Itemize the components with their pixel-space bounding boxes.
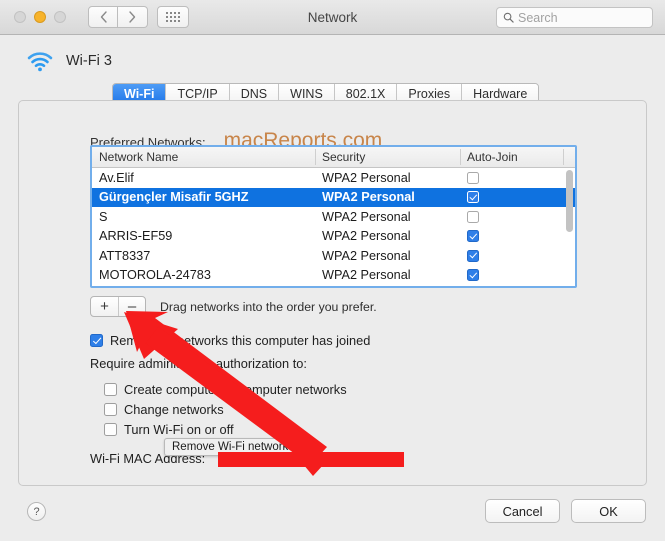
- column-header-security[interactable]: Security: [315, 147, 460, 167]
- require-admin-label: Require administrator authorization to:: [90, 356, 307, 371]
- change-networks-label: Change networks: [124, 402, 224, 417]
- cell-network-name: ATT8337: [99, 248, 151, 263]
- traffic-lights: [14, 11, 66, 23]
- table-header-row: Network Name Security Auto-Join: [92, 147, 575, 168]
- turn-wifi-on-off-option[interactable]: Turn Wi-Fi on or off: [104, 422, 234, 437]
- forward-button[interactable]: [118, 6, 148, 28]
- auto-join-checkbox[interactable]: [467, 269, 479, 282]
- window-titlebar: Network: [0, 0, 665, 35]
- cell-auto-join: [460, 269, 563, 282]
- footer-buttons: Cancel OK: [485, 499, 646, 523]
- minimize-button[interactable]: [34, 11, 46, 23]
- cell-security: WPA2 Personal: [322, 248, 411, 263]
- close-button[interactable]: [14, 11, 26, 23]
- auto-join-checkbox[interactable]: [467, 249, 479, 262]
- help-button[interactable]: ?: [27, 502, 46, 521]
- cell-security: WPA2 Personal: [322, 170, 411, 185]
- cancel-button[interactable]: Cancel: [485, 499, 560, 523]
- table-scrollbar[interactable]: [566, 170, 573, 286]
- device-name: Wi-Fi 3: [66, 53, 112, 69]
- search-input[interactable]: [518, 10, 646, 25]
- chevron-right-icon: [129, 11, 136, 23]
- search-field[interactable]: [496, 7, 653, 28]
- column-header-network-name[interactable]: Network Name: [92, 147, 315, 167]
- list-controls: + – Drag networks into the order you pre…: [90, 296, 377, 317]
- remember-networks-label: Remember networks this computer has join…: [110, 333, 371, 348]
- ok-button[interactable]: OK: [571, 499, 646, 523]
- table-row[interactable]: ARRIS-EF59 WPA2 Personal: [92, 227, 575, 247]
- remember-networks-checkbox[interactable]: [90, 334, 103, 347]
- add-network-button[interactable]: +: [91, 297, 118, 316]
- navigation-buttons: [88, 6, 148, 28]
- table-row[interactable]: Gürgençler Misafir 5GHZ WPA2 Personal: [92, 187, 575, 207]
- remember-networks-option[interactable]: Remember networks this computer has join…: [90, 333, 370, 348]
- auto-join-checkbox[interactable]: [467, 230, 479, 243]
- auto-join-checkbox[interactable]: [467, 210, 479, 223]
- search-icon: [503, 12, 514, 23]
- cell-network-name: ARRIS-EF59: [99, 229, 173, 244]
- network-preferences-window: Network Wi-Fi 3 Wi-Fi TCP/IP DNS WINS 80…: [0, 0, 665, 541]
- change-networks-option[interactable]: Change networks: [104, 402, 224, 417]
- create-networks-label: Create computer-to-computer networks: [124, 382, 347, 397]
- create-networks-option[interactable]: Create computer-to-computer networks: [104, 382, 347, 397]
- cell-security: WPA2 Personal: [322, 229, 411, 244]
- show-all-button[interactable]: [157, 6, 189, 28]
- auto-join-checkbox[interactable]: [467, 191, 479, 204]
- table-row[interactable]: Av.Elif WPA2 Personal: [92, 168, 575, 188]
- table-row[interactable]: S WPA2 Personal: [92, 207, 575, 227]
- column-header-auto-join[interactable]: Auto-Join: [460, 147, 563, 167]
- cell-network-name: Gürgençler Misafir 5GHZ: [99, 190, 249, 205]
- create-networks-checkbox[interactable]: [104, 383, 117, 396]
- add-remove-segmented-control: + –: [90, 296, 146, 317]
- change-networks-checkbox[interactable]: [104, 403, 117, 416]
- cell-auto-join: [460, 210, 563, 223]
- auto-join-checkbox[interactable]: [467, 171, 479, 184]
- sheet-footer: ? Cancel OK: [0, 489, 665, 541]
- cell-network-name: Av.Elif: [99, 170, 134, 185]
- turn-wifi-on-off-checkbox[interactable]: [104, 423, 117, 436]
- cell-auto-join: [460, 191, 563, 204]
- column-header-spacer: [563, 147, 575, 167]
- cell-auto-join: [460, 230, 563, 243]
- chevron-left-icon: [100, 11, 107, 23]
- wifi-icon: [27, 52, 53, 72]
- cell-auto-join: [460, 249, 563, 262]
- remove-network-button[interactable]: –: [118, 297, 145, 316]
- zoom-button[interactable]: [54, 11, 66, 23]
- drag-order-hint: Drag networks into the order you prefer.: [160, 299, 377, 314]
- back-button[interactable]: [88, 6, 118, 28]
- cell-security: WPA2 Personal: [322, 190, 415, 205]
- table-body: Av.Elif WPA2 Personal Gürgençler Misafir…: [92, 168, 575, 285]
- preferred-networks-table[interactable]: Network Name Security Auto-Join Av.Elif …: [90, 145, 577, 288]
- cell-security: WPA2 Personal: [322, 209, 411, 224]
- device-header: Wi-Fi 3: [0, 35, 665, 75]
- cell-auto-join: [460, 171, 563, 184]
- cell-security: WPA2 Personal: [322, 268, 411, 283]
- turn-wifi-on-off-label: Turn Wi-Fi on or off: [124, 422, 234, 437]
- remove-network-tooltip: Remove Wi-Fi network: [164, 438, 297, 456]
- table-row[interactable]: ATT8337 WPA2 Personal: [92, 246, 575, 266]
- wifi-settings-panel: Preferred Networks: macReports.com Netwo…: [18, 100, 647, 486]
- cell-network-name: MOTOROLA-24783: [99, 268, 211, 283]
- scrollbar-thumb[interactable]: [566, 170, 573, 232]
- cell-network-name: S: [99, 209, 108, 224]
- table-row[interactable]: MOTOROLA-24783 WPA2 Personal: [92, 266, 575, 286]
- grid-icon: [166, 12, 180, 22]
